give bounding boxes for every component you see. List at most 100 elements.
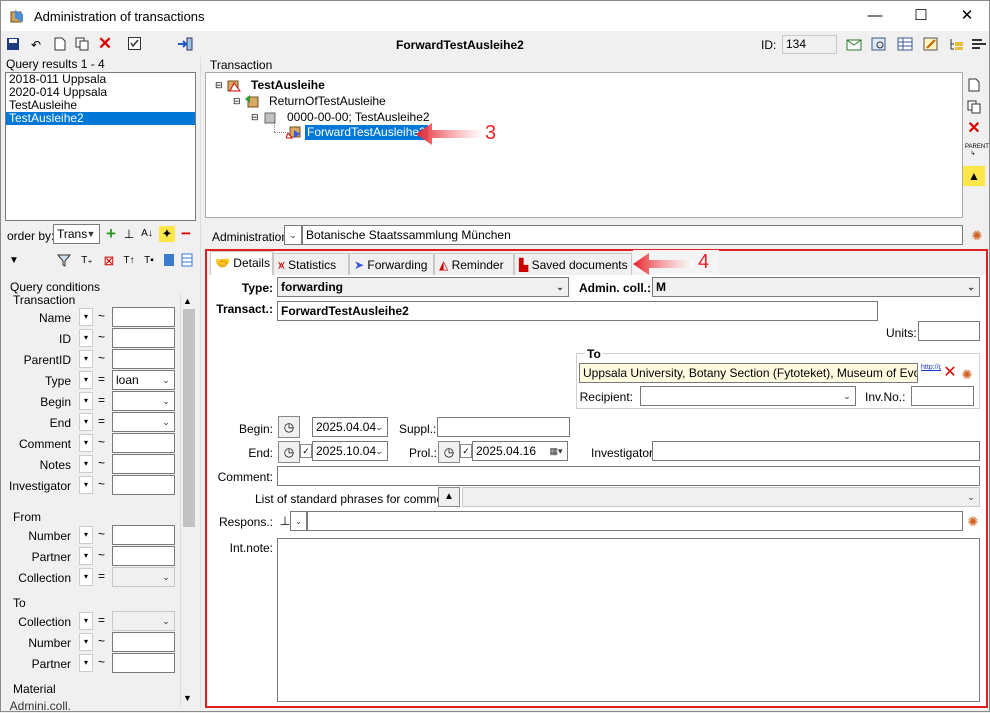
edit-icon[interactable] <box>923 37 939 53</box>
condition-operator-dropdown[interactable]: ▾ <box>79 434 93 452</box>
respons-dropdown[interactable]: ⌄ <box>290 511 307 531</box>
run-query-icon[interactable]: ✦ <box>159 226 175 242</box>
condition-select[interactable]: ⌄ <box>112 412 175 432</box>
administration-field[interactable]: Botanische Staatssammlung München <box>302 225 963 245</box>
begin-date-field[interactable]: 2025.04.04 ⌄ <box>312 417 388 437</box>
collapse-arrow-icon[interactable]: ▼ <box>6 253 22 269</box>
tree-collapse-icon[interactable]: ⊟ <box>215 80 223 91</box>
transaction-tree[interactable]: ⊟ TestAusleihe ⊟ ReturnOfTestAusleihe ⊟ … <box>205 72 963 218</box>
minimize-button[interactable]: — <box>852 1 898 31</box>
condition-select[interactable]: ⌄ <box>112 391 175 411</box>
condition-select[interactable]: ⌄ <box>112 611 175 631</box>
filter-icon[interactable] <box>56 253 72 269</box>
warning-toggle-icon[interactable]: ▲ <box>963 166 985 186</box>
condition-operator-dropdown[interactable]: ▾ <box>79 476 93 494</box>
administration-dropdown[interactable]: ⌄ <box>284 225 302 245</box>
hierarchy-icon[interactable] <box>949 37 965 53</box>
order-by-select[interactable]: Trans ▼ <box>53 224 100 244</box>
condition-operator-dropdown[interactable]: ▾ <box>79 633 93 651</box>
add-condition-icon[interactable]: + <box>103 225 119 242</box>
condition-operator-dropdown[interactable]: ▾ <box>79 413 93 431</box>
to-link[interactable]: http://grains <box>921 363 941 372</box>
new-node-icon[interactable] <box>966 78 982 94</box>
query-results-list[interactable]: 2018-011 Uppsala 2020-014 Uppsala TestAusl… <box>5 72 196 221</box>
tab-statistics[interactable]: ⩙ Statistics <box>273 253 349 275</box>
condition-input[interactable] <box>112 433 175 453</box>
scrollbar-thumb[interactable] <box>183 309 195 527</box>
grid-view-icon[interactable] <box>179 253 195 269</box>
pin-icon[interactable]: ⊥ <box>121 226 137 242</box>
filter-add-icon[interactable]: T₊ <box>79 253 95 269</box>
copy-icon[interactable] <box>74 37 90 53</box>
browse-icon[interactable]: ✺ <box>969 228 985 244</box>
end-date-field[interactable]: 2025.10.04 ⌄ <box>312 441 388 461</box>
condition-input[interactable] <box>112 328 175 348</box>
tree-node-returnoftestausleihe[interactable]: ReturnOfTestAusleihe <box>269 94 386 108</box>
browse-partner-icon[interactable]: ✺ <box>959 367 975 383</box>
condition-input[interactable] <box>112 525 175 545</box>
condition-operator-dropdown[interactable]: ▾ <box>79 371 93 389</box>
condition-input[interactable] <box>112 454 175 474</box>
delete-node-icon[interactable]: ✕ <box>966 121 982 137</box>
condition-input[interactable] <box>112 546 175 566</box>
invno-field[interactable] <box>911 386 974 406</box>
to-partner-field[interactable]: Uppsala University, Botany Section (Fyto… <box>579 363 918 383</box>
investigator-field[interactable] <box>652 441 980 461</box>
tree-collapse-icon[interactable]: ⊟ <box>251 112 259 123</box>
tree-node-forwardtestausleihe2[interactable]: ForwardTestAusleihe2 <box>305 125 428 140</box>
recipient-select[interactable]: ⌄ <box>640 386 856 406</box>
undo-icon[interactable]: ↶ <box>28 37 44 53</box>
filter-remove-icon[interactable]: ⊠ <box>101 253 117 269</box>
condition-input[interactable] <box>112 653 175 673</box>
tab-saved-documents[interactable]: ▙ Saved documents <box>514 253 632 275</box>
condition-operator-dropdown[interactable]: ▾ <box>79 654 93 672</box>
clear-partner-icon[interactable]: ✕ <box>942 365 958 381</box>
remove-condition-icon[interactable]: − <box>178 225 194 242</box>
condition-operator-dropdown[interactable]: ▾ <box>79 308 93 326</box>
condition-operator-dropdown[interactable]: ▾ <box>79 526 93 544</box>
phrases-select[interactable]: ⌄ <box>462 487 980 507</box>
condition-operator-dropdown[interactable]: ▾ <box>79 350 93 368</box>
suppl-field[interactable] <box>437 417 570 437</box>
set-parent-icon[interactable]: PARENT ↳ <box>965 144 989 160</box>
filter-up-icon[interactable]: T↑ <box>121 253 137 269</box>
tab-forwarding[interactable]: ➤ Forwarding <box>349 253 434 275</box>
close-window-button[interactable]: ✕ <box>944 1 990 31</box>
import-icon[interactable] <box>177 37 193 53</box>
respons-field[interactable] <box>307 511 963 531</box>
intnote-textarea[interactable] <box>277 538 980 702</box>
report-icon[interactable] <box>871 37 887 53</box>
table-icon[interactable] <box>897 37 913 53</box>
scroll-down-icon[interactable]: ▼ <box>183 693 192 703</box>
condition-operator-dropdown[interactable]: ▾ <box>79 392 93 410</box>
condition-input[interactable] <box>112 349 175 369</box>
tree-node-testausleihe[interactable]: TestAusleihe <box>251 78 325 92</box>
query-result-item[interactable]: TestAusleihe2 <box>6 112 195 125</box>
sort-az-icon[interactable]: A↓ <box>139 226 155 242</box>
condition-select[interactable]: loan ⌄ <box>112 370 175 390</box>
transact-field[interactable]: ForwardTestAusleihe2 <box>277 301 878 321</box>
begin-clock-icon[interactable]: ◷ <box>278 416 300 438</box>
condition-select[interactable]: ⌄ <box>112 567 175 587</box>
comment-field[interactable] <box>277 466 980 486</box>
condition-operator-dropdown[interactable]: ▾ <box>79 612 93 630</box>
scroll-up-icon[interactable]: ▲ <box>183 296 192 306</box>
mail-check-icon[interactable] <box>846 37 862 53</box>
condition-operator-dropdown[interactable]: ▾ <box>79 547 93 565</box>
tree-collapse-icon[interactable]: ⊟ <box>233 96 241 107</box>
tab-reminder[interactable]: ◭ Reminder <box>434 253 514 275</box>
phrases-toggle-icon[interactable]: ▲ <box>438 487 460 507</box>
condition-input[interactable] <box>112 632 175 652</box>
settings-icon[interactable] <box>971 37 987 53</box>
splitter[interactable] <box>200 57 201 709</box>
browse-respons-icon[interactable]: ✺ <box>965 514 981 530</box>
delete-icon[interactable]: ✕ <box>97 35 113 52</box>
end-checkbox[interactable]: ✓ <box>300 444 312 458</box>
tree-node-0000-00-00[interactable]: 0000-00-00; TestAusleihe2 <box>287 110 430 124</box>
query-conditions-scrollbar[interactable]: ▲ ▼ <box>180 293 196 707</box>
list-view-icon[interactable] <box>161 253 177 269</box>
condition-input[interactable] <box>112 475 175 495</box>
condition-input[interactable] <box>112 307 175 327</box>
units-field[interactable] <box>918 321 980 341</box>
condition-operator-dropdown[interactable]: ▾ <box>79 568 93 586</box>
